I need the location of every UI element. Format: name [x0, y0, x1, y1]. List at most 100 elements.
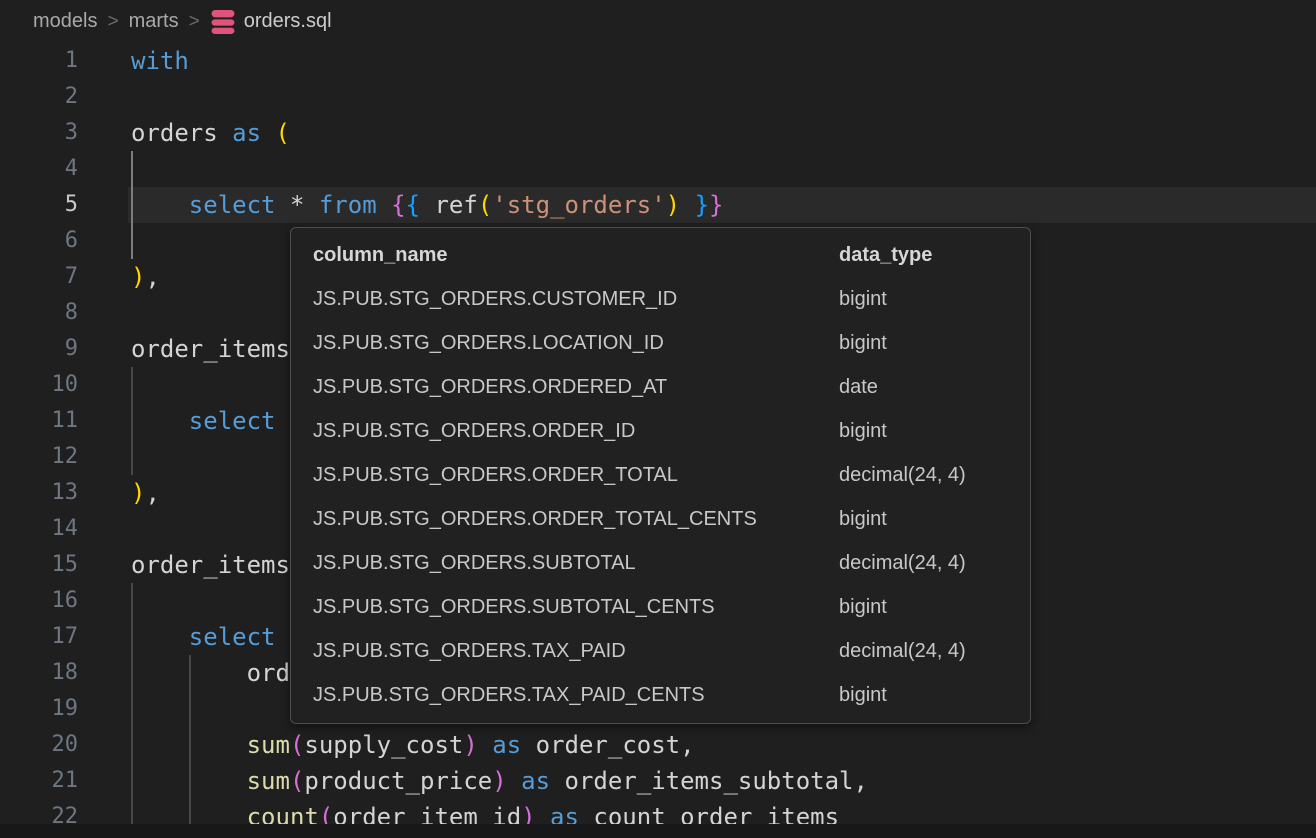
- code-line[interactable]: 3 orders as (: [0, 115, 1316, 151]
- indent-guide: [131, 439, 133, 475]
- indent-guide: [189, 727, 191, 763]
- code-token: from: [319, 191, 391, 219]
- code-text: sum(product_price) as order_items_subtot…: [131, 763, 1316, 799]
- line-number[interactable]: 6: [0, 223, 78, 259]
- popup-column-row: JS.PUB.STG_ORDERS.TAX_PAID_CENTSbigint: [291, 674, 1030, 718]
- code-line[interactable]: 4: [0, 151, 1316, 187]
- code-token: product_price: [304, 767, 492, 795]
- popup-column-row: JS.PUB.STG_ORDERS.ORDER_IDbigint: [291, 409, 1030, 453]
- popup-data-type: bigint: [839, 684, 887, 707]
- popup-column-name: JS.PUB.STG_ORDERS.ORDER_TOTAL_CENTS: [313, 508, 839, 531]
- code-token: ): [463, 731, 477, 759]
- code-line[interactable]: 21 sum(product_price) as order_items_sub…: [0, 763, 1316, 799]
- popup-data-type: bigint: [839, 332, 887, 355]
- column-info-popup: column_name data_type JS.PUB.STG_ORDERS.…: [290, 227, 1031, 724]
- code-token: as: [232, 119, 275, 147]
- code-token: [131, 191, 189, 219]
- code-token: [420, 191, 434, 219]
- line-number[interactable]: 13: [0, 475, 78, 511]
- code-text: orders as (: [131, 115, 1316, 151]
- popup-column-name: JS.PUB.STG_ORDERS.TAX_PAID_CENTS: [313, 684, 839, 707]
- code-token: {: [391, 191, 405, 219]
- indent-guide: [131, 223, 133, 259]
- code-token: order_items: [131, 335, 290, 363]
- code-line[interactable]: 1 with: [0, 43, 1316, 79]
- code-token: *: [290, 191, 319, 219]
- line-number[interactable]: 9: [0, 331, 78, 367]
- popup-data-type: bigint: [839, 420, 887, 443]
- line-number[interactable]: 5: [0, 187, 78, 223]
- indent-guide: [131, 403, 133, 439]
- line-number[interactable]: 17: [0, 619, 78, 655]
- line-number[interactable]: 11: [0, 403, 78, 439]
- line-number[interactable]: 8: [0, 295, 78, 331]
- line-number[interactable]: 19: [0, 691, 78, 727]
- line-number[interactable]: 18: [0, 655, 78, 691]
- code-token: [131, 623, 189, 651]
- popup-column-row: JS.PUB.STG_ORDERS.CUSTOMER_IDbigint: [291, 277, 1030, 321]
- popup-data-type: decimal(24, 4): [839, 552, 966, 575]
- line-number[interactable]: 1: [0, 43, 78, 79]
- code-token: (: [478, 191, 492, 219]
- line-number[interactable]: 2: [0, 79, 78, 115]
- popup-column-name: JS.PUB.STG_ORDERS.LOCATION_ID: [313, 332, 839, 355]
- indent-guide: [189, 655, 191, 691]
- code-text: [131, 79, 1316, 115]
- breadcrumb: models > marts > orders.sql: [0, 0, 1316, 43]
- indent-guide: [131, 619, 133, 655]
- code-token: {: [406, 191, 420, 219]
- indent-guide: [189, 763, 191, 799]
- code-token: (: [276, 119, 290, 147]
- code-text: sum(supply_cost) as order_cost,: [131, 727, 1316, 763]
- line-number[interactable]: 10: [0, 367, 78, 403]
- breadcrumb-separator: >: [189, 11, 200, 33]
- code-token: with: [131, 47, 189, 75]
- popup-column-name: JS.PUB.STG_ORDERS.SUBTOTAL: [313, 552, 839, 575]
- breadcrumb-item-models[interactable]: models: [33, 10, 97, 33]
- code-token: ): [666, 191, 680, 219]
- line-number[interactable]: 7: [0, 259, 78, 295]
- popup-data-type: bigint: [839, 596, 887, 619]
- code-token: [478, 731, 492, 759]
- code-token: ref: [434, 191, 477, 219]
- popup-column-row: JS.PUB.STG_ORDERS.SUBTOTALdecimal(24, 4): [291, 542, 1030, 586]
- code-token: order_cost,: [536, 731, 695, 759]
- indent-guide: [131, 763, 133, 799]
- code-token: select: [189, 623, 276, 651]
- indent-guide: [131, 655, 133, 691]
- code-token: }: [695, 191, 709, 219]
- line-number[interactable]: 15: [0, 547, 78, 583]
- line-number[interactable]: 14: [0, 511, 78, 547]
- code-token: select: [189, 407, 276, 435]
- breadcrumb-separator: >: [107, 11, 118, 33]
- popup-column-name: JS.PUB.STG_ORDERS.CUSTOMER_ID: [313, 288, 839, 311]
- popup-column-name: JS.PUB.STG_ORDERS.SUBTOTAL_CENTS: [313, 596, 839, 619]
- code-token: supply_cost: [304, 731, 463, 759]
- line-number[interactable]: 16: [0, 583, 78, 619]
- panel-edge: [0, 824, 1316, 838]
- breadcrumb-item-marts[interactable]: marts: [129, 10, 179, 33]
- breadcrumb-file-label: orders.sql: [244, 10, 332, 33]
- popup-data-type: decimal(24, 4): [839, 640, 966, 663]
- line-number[interactable]: 3: [0, 115, 78, 151]
- indent-guide: [131, 151, 133, 187]
- popup-data-type: date: [839, 376, 878, 399]
- breadcrumb-item-file[interactable]: orders.sql: [210, 9, 332, 35]
- popup-header-row: column_name data_type: [291, 233, 1030, 277]
- code-token: ,: [145, 479, 159, 507]
- code-token: as: [521, 767, 564, 795]
- code-token: ): [131, 263, 145, 291]
- popup-column-row: JS.PUB.STG_ORDERS.ORDER_TOTALdecimal(24,…: [291, 453, 1030, 497]
- line-number[interactable]: 4: [0, 151, 78, 187]
- indent-guide: [131, 583, 133, 619]
- line-number[interactable]: 21: [0, 763, 78, 799]
- indent-guide: [189, 691, 191, 727]
- line-number[interactable]: 20: [0, 727, 78, 763]
- code-token: ord: [247, 659, 290, 687]
- line-number[interactable]: 12: [0, 439, 78, 475]
- database-icon: [210, 9, 236, 35]
- code-line[interactable]: 2: [0, 79, 1316, 115]
- code-line[interactable]: 20 sum(supply_cost) as order_cost,: [0, 727, 1316, 763]
- code-token: ,: [145, 263, 159, 291]
- code-line[interactable]: 5 select * from {{ ref('stg_orders') }}: [0, 187, 1316, 223]
